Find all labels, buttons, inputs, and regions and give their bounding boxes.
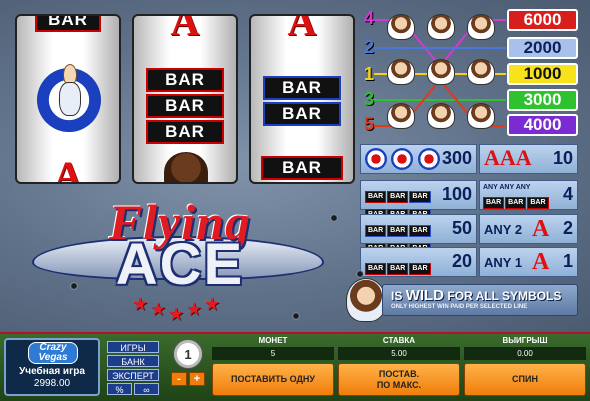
single-bar-symbols: BAR BAR BAR	[365, 257, 437, 275]
bullet-hole-icon	[292, 312, 300, 320]
ace-icon: A	[532, 249, 550, 275]
reel-symbol-double-bar: BAR BAR	[263, 76, 341, 128]
pilot-icon	[387, 14, 415, 40]
star-icon: ★	[150, 299, 167, 319]
paytable-payout: 100	[441, 184, 472, 204]
star-icon: ★	[168, 304, 185, 324]
wild-suffix: FOR ALL SYMBOLS	[447, 289, 562, 303]
payline-payout: 1000	[507, 63, 578, 85]
coin-increase-button[interactable]: +	[189, 372, 205, 386]
spin-button[interactable]: СПИН	[464, 363, 586, 396]
star-icon: ★	[132, 294, 149, 314]
paytable-row: AAA 10	[479, 144, 578, 174]
percent-button[interactable]: %	[107, 383, 132, 395]
reel-symbol-triple-bar: BAR BAR BAR	[146, 68, 224, 146]
pilot-icon	[467, 59, 495, 85]
glasses-icon[interactable]: ∞	[134, 383, 159, 395]
bet-one-button[interactable]: ПОСТАВИТЬ ОДНУ	[212, 363, 334, 396]
star-icon: ★	[186, 299, 203, 319]
paytable-row: ANY 1 A 1	[479, 247, 578, 277]
star-icon: ★	[204, 294, 221, 314]
balance-label: Учебная игра	[19, 366, 85, 377]
paytable-row: BAR BAR BAR 20	[360, 247, 477, 277]
paytable-row: BARBARBAR BARBARBAR 100	[360, 180, 477, 221]
crazy-vegas-logo: Crazy Vegas	[28, 342, 78, 364]
coins-label: МОНЕТ	[258, 336, 288, 345]
win-label: ВЫИГРЫШ	[502, 336, 548, 345]
pilot-icon	[467, 103, 495, 129]
wild-banner: IS WILD FOR ALL SYMBOLS ONLY HIGHEST WIN…	[382, 284, 578, 316]
slot-machine: BAR A A BAR BAR BAR A BAR BAR BAR 4 2 1 …	[0, 0, 590, 332]
paytable-row: BARBARBAR BARBARBAR 50	[360, 214, 477, 255]
paytable-row: ANY 2 A 2	[479, 214, 578, 244]
pilot-icon	[467, 14, 495, 40]
wild-word: WILD	[405, 287, 445, 304]
pilot-icon	[427, 103, 455, 129]
bet-max-label-line2: ПО МАКС.	[376, 379, 422, 390]
logo-title-line2: ACE	[115, 232, 245, 297]
balance-value: 2998.00	[33, 378, 71, 389]
games-button[interactable]: ИГРЫ	[107, 341, 159, 353]
reel-1: BAR A	[15, 14, 121, 184]
any-bar-symbols: ANY ANY ANY BAR BAR BAR	[483, 184, 557, 209]
bullet-hole-icon	[70, 282, 78, 290]
reel-3: A BAR BAR BAR	[249, 14, 355, 184]
bet-max-button[interactable]: ПОСТАВ. ПО МАКС.	[338, 363, 460, 396]
bank-button[interactable]: БАНК	[107, 355, 159, 367]
paytable-payout: 4	[562, 184, 573, 204]
paytable-row: 300	[360, 144, 477, 174]
bet-value: 5.00	[338, 347, 460, 360]
paytable-payout: 10	[552, 148, 573, 168]
roundel-icon	[365, 148, 440, 175]
coin-decrease-button[interactable]: -	[171, 372, 187, 386]
balance-panel: Crazy Vegas Учебная игра 2998.00	[4, 338, 100, 396]
coins-value: 5	[212, 347, 334, 360]
any-label: ANY 1	[484, 255, 523, 270]
reel-symbol-bar: BAR	[35, 16, 101, 32]
bullet-hole-icon	[356, 270, 364, 278]
wild-prefix: IS	[391, 289, 403, 303]
win-value: 0.00	[464, 347, 586, 360]
pilot-icon	[164, 152, 208, 182]
payline-payout: 3000	[507, 89, 578, 111]
coin-value-chip: 1	[173, 339, 203, 369]
paytable-payout: 2	[562, 218, 573, 238]
reel-symbol-ace: A	[170, 14, 200, 44]
reel-symbol-ace: A	[53, 153, 83, 184]
ace-symbols: AAA	[484, 145, 532, 170]
paytable-payout: 20	[451, 251, 472, 271]
bullet-hole-icon	[330, 214, 338, 222]
reel-symbol-bar: BAR	[261, 156, 343, 180]
payline-payout: 6000	[507, 9, 578, 31]
expert-button[interactable]: ЭКСПЕРТ	[107, 369, 159, 381]
paytable-payout: 300	[441, 148, 472, 168]
pilot-icon	[427, 59, 455, 85]
reel-2: A BAR BAR BAR	[132, 14, 238, 184]
paytable-row: ANY ANY ANY BAR BAR BAR 4	[479, 180, 578, 210]
payline-payout: 4000	[507, 114, 578, 136]
ace-icon: A	[532, 216, 550, 242]
paytable-payout: 1	[562, 251, 573, 271]
reel-symbol-ace: A	[287, 14, 317, 44]
pilot-wild-icon	[346, 278, 386, 322]
bet-max-label-line1: ПОСТАВ.	[378, 368, 420, 379]
pilot-icon	[427, 14, 455, 40]
pilot-icon	[387, 103, 415, 129]
any-label: ANY 2	[484, 222, 523, 237]
paytable-payout: 50	[451, 218, 472, 238]
payline-payout: 2000	[507, 37, 578, 59]
roundel-pinup-icon	[37, 64, 101, 132]
pilot-icon	[387, 59, 415, 85]
bet-label: СТАВКА	[382, 336, 416, 345]
wild-footnote: ONLY HIGHEST WIN PAID PER SELECTED LINE	[391, 304, 528, 310]
